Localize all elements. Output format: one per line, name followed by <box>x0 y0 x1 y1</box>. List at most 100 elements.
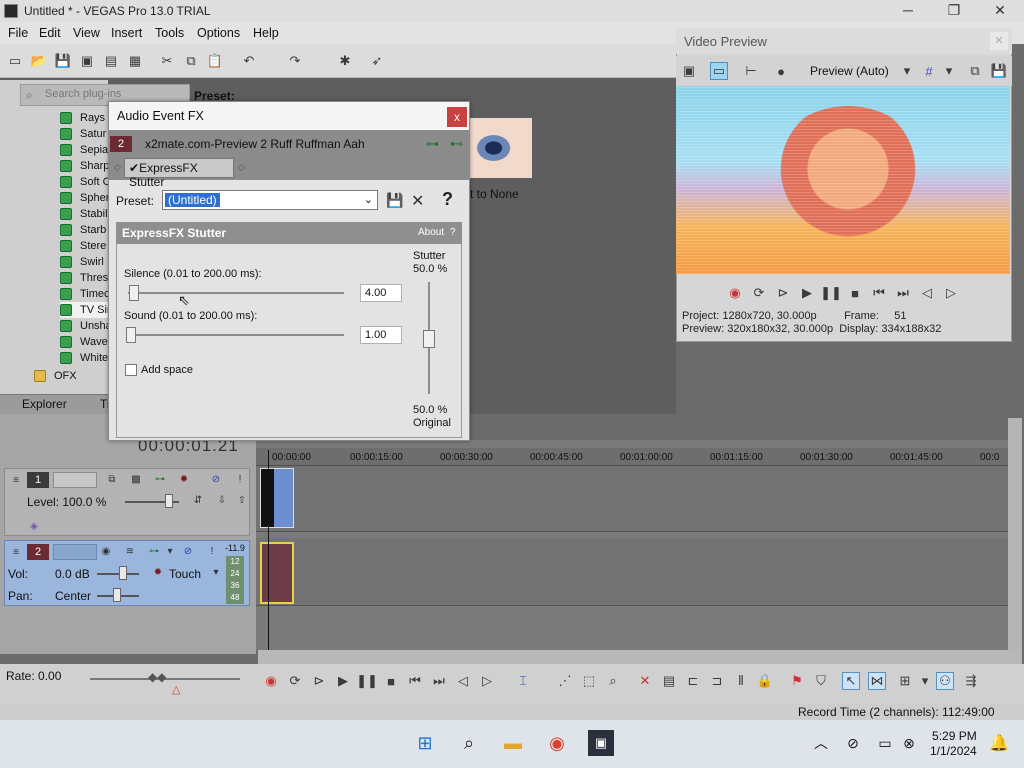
fx-icon[interactable]: ⊶ <box>147 546 161 558</box>
time-ruler[interactable]: 00:00:00 00:00:15:00 00:00:30:00 00:00:4… <box>256 448 1008 466</box>
preset-dropdown[interactable]: (Untitled) ⌄ <box>162 190 378 210</box>
menu-help[interactable]: Help <box>253 26 279 40</box>
chevron-down-icon[interactable]: ▾ <box>163 546 177 558</box>
envelope-tool-icon[interactable]: ⋰ <box>556 672 574 690</box>
invert-phase-icon[interactable]: ≋ <box>123 546 137 558</box>
make-compositing-child-icon[interactable]: ⇩ <box>215 495 229 507</box>
video-event-clip[interactable] <box>260 468 294 528</box>
audio-event-clip[interactable] <box>260 542 294 604</box>
track-name-field[interactable] <box>53 544 97 560</box>
add-space-checkbox[interactable] <box>125 364 137 376</box>
preset-thumbnail[interactable] <box>468 118 532 178</box>
chevron-up-icon[interactable]: ︿ <box>808 730 834 756</box>
slider-knob[interactable] <box>113 588 121 602</box>
sound-slider-knob[interactable] <box>126 327 136 343</box>
minimize-button[interactable]: ─ <box>888 2 928 20</box>
next-frame-icon[interactable]: ▷ <box>942 284 960 302</box>
region-icon[interactable]: ⛉ <box>812 672 830 690</box>
go-to-end-icon[interactable]: ⏭ <box>430 672 448 690</box>
menu-options[interactable]: Options <box>197 26 240 40</box>
chevron-down-icon[interactable]: ⌄ <box>364 193 373 206</box>
preview-quality-dropdown[interactable]: Preview (Auto) <box>810 64 889 78</box>
help-pointer-icon[interactable]: ➶ <box>368 52 386 70</box>
collapse-icon[interactable]: ≡ <box>9 475 23 487</box>
render-icon[interactable]: ▤ <box>102 52 120 70</box>
mix-slider-knob[interactable] <box>423 330 435 348</box>
chevron-down-icon[interactable]: ▾ <box>940 62 958 80</box>
split-screen-icon[interactable]: ⊢ <box>742 62 760 80</box>
speaker-icon[interactable]: ⊗ <box>896 730 922 756</box>
close-button[interactable]: ✕ <box>980 2 1020 20</box>
cut-icon[interactable]: ✂ <box>158 52 176 70</box>
record-icon[interactable]: ◉ <box>262 672 280 690</box>
save-icon[interactable]: 💾 <box>54 52 72 70</box>
auto-ripple-icon[interactable]: ⊞ <box>896 672 914 690</box>
save-preset-icon[interactable]: 💾 <box>386 192 403 209</box>
next-frame-icon[interactable]: ▷ <box>478 672 496 690</box>
solo-icon[interactable]: ! <box>205 546 219 558</box>
play-icon[interactable]: ▶ <box>798 284 816 302</box>
windows-start-icon[interactable]: ⊞ <box>412 730 438 756</box>
go-to-start-icon[interactable]: ⏮ <box>870 284 888 302</box>
save-snapshot-icon[interactable]: 💾 <box>990 62 1008 80</box>
go-to-end-icon[interactable]: ⏭ <box>894 284 912 302</box>
compositing-icon[interactable]: ⇵ <box>191 495 205 507</box>
play-icon[interactable]: ▶ <box>334 672 352 690</box>
search-icon[interactable]: ⌕ <box>456 730 482 756</box>
copy-snapshot-icon[interactable]: ⧉ <box>966 62 984 80</box>
trim-icon[interactable]: ▤ <box>660 672 678 690</box>
loop-icon[interactable]: ⟳ <box>286 672 304 690</box>
silence-value-field[interactable]: 4.00 <box>360 284 402 302</box>
silence-slider-knob[interactable] <box>129 285 139 301</box>
audio-track-lane[interactable] <box>256 538 1008 606</box>
properties-icon[interactable]: ▦ <box>126 52 144 70</box>
sound-slider[interactable] <box>128 334 344 336</box>
vertical-scrollbar[interactable] <box>1008 418 1022 668</box>
menu-edit[interactable]: Edit <box>39 26 61 40</box>
display-icon[interactable]: ▭ <box>872 730 898 756</box>
marker-icon[interactable]: ⚑ <box>788 672 806 690</box>
collapse-icon[interactable]: ≡ <box>9 547 23 559</box>
pause-icon[interactable]: ❚❚ <box>356 672 378 690</box>
loop-icon[interactable]: ⟳ <box>750 284 768 302</box>
trim-start-icon[interactable]: ⊏ <box>684 672 702 690</box>
undo-icon[interactable]: ↶ <box>240 52 258 70</box>
record-icon[interactable]: ◉ <box>726 284 744 302</box>
chrome-icon[interactable]: ◉ <box>544 730 570 756</box>
reset-to-none-label[interactable]: t to None <box>470 187 519 201</box>
menu-file[interactable]: File <box>8 26 28 40</box>
overlay-icon[interactable]: ● <box>772 62 790 80</box>
chevron-down-icon[interactable]: ▾ <box>209 567 223 579</box>
overlay-icon[interactable]: ⧉ <box>105 474 119 486</box>
monitor-icon[interactable]: ▭ <box>710 62 728 80</box>
make-compositing-parent-icon[interactable]: ⇧ <box>235 495 249 507</box>
selection-tool-icon[interactable]: ⬚ <box>580 672 598 690</box>
copy-icon[interactable]: ⧉ <box>182 52 200 70</box>
help-button[interactable]: ? <box>442 189 453 210</box>
plugin-chain-icon[interactable]: ⊶ <box>426 136 439 152</box>
preset-selected-value[interactable]: (Untitled) <box>165 193 220 207</box>
previous-frame-icon[interactable]: ◁ <box>454 672 472 690</box>
solo-icon[interactable]: ! <box>233 474 247 486</box>
volume-slider[interactable] <box>97 573 139 575</box>
lock-envelopes-icon[interactable]: ⚇ <box>936 672 954 690</box>
slider-knob[interactable] <box>119 566 127 580</box>
mute-icon[interactable]: ⊘ <box>181 546 195 558</box>
ignore-grouping-icon[interactable]: ⇶ <box>962 672 980 690</box>
sound-value-field[interactable]: 1.00 <box>360 326 402 344</box>
normal-edit-tool-icon[interactable]: ⌶ <box>514 672 532 690</box>
menu-view[interactable]: View <box>73 26 100 40</box>
pause-icon[interactable]: ❚❚ <box>820 284 842 302</box>
delete-preset-icon[interactable]: ✕ <box>411 191 424 211</box>
auto-crossfade-icon[interactable]: ⋈ <box>868 672 886 690</box>
notification-bell-icon[interactable]: 🔔 <box>986 730 1012 756</box>
save-as-icon[interactable]: ▣ <box>78 52 96 70</box>
silence-slider[interactable] <box>128 292 344 294</box>
zoom-tool-icon[interactable]: ⌕ <box>604 672 622 690</box>
rate-slider-knob[interactable]: ◆◆ <box>148 670 166 684</box>
fx-chain-item-stutter[interactable]: ✔ExpressFX Stutter <box>124 158 234 189</box>
expand-icon[interactable]: ◈ <box>27 521 41 533</box>
lock-icon[interactable]: 🔒 <box>756 672 774 690</box>
arm-record-icon[interactable]: ◉ <box>99 546 113 558</box>
remove-plugin-icon[interactable]: ⊷ <box>450 136 463 152</box>
